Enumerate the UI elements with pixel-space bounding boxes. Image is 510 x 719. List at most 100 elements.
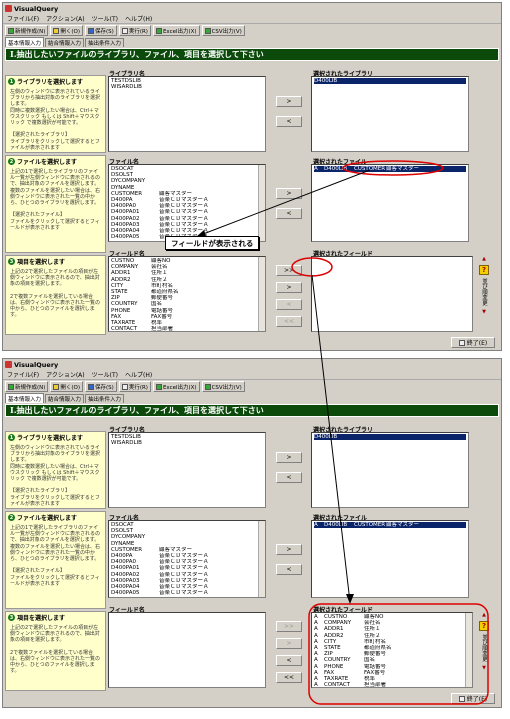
selected-file-list[interactable]: A D400LIB CUSTOMER顧客マスター [311,520,469,598]
csv-export-button[interactable]: CSV出力(V) [201,381,245,392]
remove-file-button[interactable]: < [276,208,302,219]
scrollbar[interactable] [258,257,265,331]
selected-field-list[interactable]: A CUSTNO 顧客NO A COMPANY 会社名 A ADDR1 住所１ A ADDR2 住所２… [311,612,473,688]
instruction-title: 項目を選択します [17,259,66,266]
field-list[interactable]: CUSTNO 顧客NO COMPANY 会社名 ADDR1 住所１ ADDR2 住所２ CITY… [108,256,266,332]
instruction-file: 2 ファイルを選択します 上記の1で選択したライブラリのファイル一覧が左側ウィンド… [5,155,106,253]
menu-item[interactable]: ツール(T) [92,370,118,379]
file-list[interactable]: DSOCAT DSOLST DYCOMPANY DYNAME CUSTOMER 顧客マスタ… [108,164,266,242]
new-button[interactable]: 新規作成(N) [5,25,49,36]
remove-field-button[interactable]: < [276,299,302,310]
scrollbar[interactable] [258,521,265,597]
selected-library-list[interactable]: D400LIB [311,76,469,152]
run-button[interactable]: 実行(R) [118,381,151,392]
add-field-button[interactable]: > [276,638,302,649]
list-item[interactable]: D400LIB [314,78,466,85]
tab-0[interactable]: 基本情報入力 [5,393,45,403]
tab-bar: 基本情報入力 結合情報入力 抽出条件入力 [3,37,501,47]
remove-field-button[interactable]: < [276,655,302,666]
callout-field-shown: フィールドが表示される [165,236,260,250]
excel-export-button[interactable]: Excel出力(X) [152,25,200,36]
add-library-button[interactable]: > [276,96,302,107]
save-button[interactable]: 保存(S) [85,25,117,36]
end-button[interactable]: 終了(E) [451,337,495,348]
csv-export-button[interactable]: CSV出力(V) [201,25,245,36]
remove-all-fields-button[interactable]: << [276,672,302,683]
library-list[interactable]: TESTDSLIB WISARDLIB [108,432,266,508]
app-icon [5,361,12,368]
step-number: 3 [8,614,15,621]
instruction-title: ファイルを選択します [17,515,78,522]
open-button[interactable]: 開く(O) [50,25,84,36]
remove-all-fields-button[interactable]: << [276,316,302,327]
tab-0[interactable]: 基本情報入力 [5,37,45,47]
instruction-title: ライブラリを選択します [17,79,84,86]
tab-2[interactable]: 抽出条件入力 [85,38,125,47]
add-field-button[interactable]: > [276,282,302,293]
field-list[interactable] [108,612,266,688]
scrollbar[interactable] [465,613,472,687]
csv-icon [204,383,211,390]
list-item[interactable]: A D400LIB CUSTOMER顧客マスター [314,522,466,529]
list-item[interactable]: A CONTACT 担当部署 [314,682,470,687]
list-item[interactable]: CONTACT 担当部署 [111,326,263,331]
save-icon [88,27,95,34]
run-button[interactable]: 実行(R) [118,25,151,36]
list-item[interactable]: D400PA05音楽ＣＤマスターＡ [111,590,263,596]
instruction-body: 左側のウィンドウに表示されているライブラリから抽出対象のライブラリを選択します。… [10,445,101,507]
move-up-icon[interactable]: ▲ [482,256,486,262]
menu-item[interactable]: ファイル(F) [7,14,39,23]
add-library-button[interactable]: > [276,452,302,463]
instruction-title: ライブラリを選択します [17,435,84,442]
add-file-button[interactable]: > [276,188,302,199]
add-file-button[interactable]: > [276,544,302,555]
menu-bar: ファイル(F) アクション(A) ツール(T) ヘルプ(H) [3,370,501,380]
move-up-icon[interactable]: ▲ [482,612,486,618]
end-button[interactable]: 終了(E) [451,693,495,704]
remove-library-button[interactable]: < [276,472,302,483]
remove-library-button[interactable]: < [276,116,302,127]
add-all-fields-button[interactable]: >> [276,265,302,276]
selected-library-list[interactable]: D400LIB [311,432,469,508]
tab-1[interactable]: 結合情報入力 [45,394,85,403]
sort-order-label: 並び順変更 [481,278,487,306]
selected-field-list[interactable] [311,256,473,332]
library-list[interactable]: TESTDSLIB WISARDLIB [108,76,266,152]
tab-1[interactable]: 結合情報入力 [45,38,85,47]
save-icon [88,383,95,390]
app-icon [5,5,12,12]
step-number: 2 [8,158,15,165]
excel-icon [155,27,162,34]
menu-item[interactable]: ヘルプ(H) [125,370,152,379]
instruction-lib: 1 ライブラリを選択します 左側のウィンドウに表示されているライブラリから抽出対象… [5,431,106,509]
scrollbar[interactable] [258,165,265,241]
tab-2[interactable]: 抽出条件入力 [85,394,125,403]
menu-item[interactable]: アクション(A) [46,370,85,379]
menu-item[interactable]: ヘルプ(H) [125,14,152,23]
selected-file-list[interactable]: A D400LIB CUSTOMER顧客マスター [311,164,469,242]
list-item[interactable]: WISARDLIB [111,440,263,446]
help-icon[interactable]: ? [479,621,489,631]
remove-file-button[interactable]: < [276,564,302,575]
help-icon[interactable]: ? [479,265,489,275]
list-item[interactable]: WISARDLIB [111,84,263,90]
exit-icon [458,695,465,702]
move-down-icon[interactable]: ▼ [482,665,486,671]
open-icon [53,27,60,34]
list-item[interactable]: D400LIB [314,434,466,441]
new-button[interactable]: 新規作成(N) [5,381,49,392]
instruction-body: 上記の1で選択したライブラリのファイル一覧が左側ウィンドウに表示されるので、抽出… [10,169,101,231]
file-list[interactable]: DSOCAT DSOLST DYCOMPANY DYNAME CUSTOMER 顧客マスタ… [108,520,266,598]
excel-export-button[interactable]: Excel出力(X) [152,381,200,392]
open-button[interactable]: 開く(O) [50,381,84,392]
menu-item[interactable]: ツール(T) [92,14,118,23]
menu-item[interactable]: ファイル(F) [7,370,39,379]
save-button[interactable]: 保存(S) [85,381,117,392]
run-icon [121,383,128,390]
menu-item[interactable]: アクション(A) [46,14,85,23]
add-all-fields-button[interactable]: >> [276,621,302,632]
move-down-icon[interactable]: ▼ [482,309,486,315]
instruction-header: Ⅰ.抽出したいファイルのライブラリ、ファイル、項目を選択して下さい [5,48,499,61]
toolbar: 新規作成(N) 開く(O) 保存(S) 実行(R) Excel出力(X) CSV出力(V) [3,380,501,393]
list-item[interactable]: A D400LIB CUSTOMER顧客マスター [314,166,466,173]
